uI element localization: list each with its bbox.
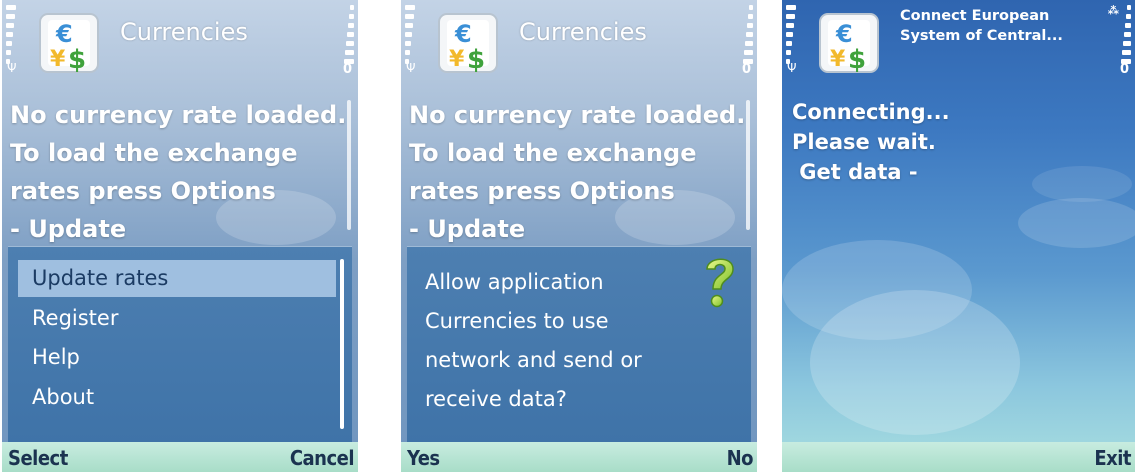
signal-strength-icon — [6, 5, 18, 64]
query-line: receive data? — [425, 387, 567, 411]
menu-item-update-rates[interactable]: Update rates — [18, 260, 336, 297]
svg-text:€: € — [55, 20, 73, 48]
background-bubble — [782, 240, 972, 340]
currency-converter-icon: € ¥ $ — [39, 13, 99, 75]
battery-indicator: 0 — [342, 62, 352, 77]
svg-text:$: $ — [848, 45, 866, 75]
signal-strength-icon — [405, 5, 417, 64]
message-line: No currency rate loaded. — [10, 101, 347, 129]
scrollbar[interactable] — [347, 100, 351, 230]
softkey-bar: Select Cancel — [2, 442, 358, 472]
battery-level-icon — [1119, 5, 1131, 64]
phone-screen-connecting: Ψ 0 ⁂ € ¥ $ Connect European System of C… — [782, 0, 1135, 472]
options-menu-popup: Update rates Register Help About — [8, 246, 352, 442]
battery-level-icon — [342, 5, 354, 64]
question-icon — [706, 258, 734, 308]
query-line: network and send or — [425, 348, 642, 372]
background-bubble — [810, 290, 1020, 435]
softkey-exit[interactable]: Exit — [1094, 446, 1131, 470]
battery-indicator: 0 — [1119, 62, 1129, 77]
softkey-yes[interactable]: Yes — [407, 446, 440, 470]
signal-strength-icon — [786, 5, 798, 64]
svg-text:¥: ¥ — [50, 47, 66, 72]
title-line: System of Central... — [900, 28, 1063, 44]
svg-text:€: € — [835, 20, 853, 48]
softkey-no[interactable]: No — [727, 446, 754, 470]
softkey-cancel[interactable]: Cancel — [290, 446, 355, 470]
message-line: No currency rate loaded. — [409, 101, 746, 129]
svg-text:$: $ — [68, 45, 86, 75]
currency-converter-icon: € ¥ $ — [819, 13, 879, 75]
menu-item-about[interactable]: About — [18, 379, 336, 416]
query-line: Currencies to use — [425, 309, 609, 333]
svg-text:¥: ¥ — [449, 47, 465, 72]
softkey-select[interactable]: Select — [8, 446, 68, 470]
message-line: rates press Options — [10, 177, 276, 205]
message-line: Get data - — [792, 160, 918, 184]
status-message: No currency rate loaded. To load the exc… — [10, 96, 347, 248]
background-bubble — [1018, 198, 1135, 248]
antenna-icon: Ψ — [7, 61, 17, 75]
message-line: To load the exchange — [409, 139, 697, 167]
currency-converter-icon: € ¥ $ — [438, 13, 498, 75]
message-line: Connecting... — [792, 100, 950, 124]
antenna-icon: Ψ — [787, 61, 797, 75]
app-title: Currencies — [519, 18, 647, 46]
connecting-message: Connecting... Please wait. Get data - — [792, 97, 1122, 187]
app-title: Currencies — [120, 18, 248, 46]
softkey-bar: Yes No — [401, 442, 757, 472]
app-title: Connect European System of Central... — [900, 6, 1063, 46]
confirmation-query-popup: Allow application Currencies to use netw… — [407, 246, 751, 442]
message-line: - Update — [10, 215, 127, 243]
menu-item-register[interactable]: Register — [18, 300, 336, 337]
battery-indicator: 0 — [741, 62, 751, 77]
query-text: Allow application Currencies to use netw… — [425, 263, 695, 419]
message-line: Please wait. — [792, 130, 936, 154]
title-line: Connect European — [900, 8, 1050, 24]
phone-screen-network-query: Ψ 0 € ¥ $ Currencies No currency rate lo… — [401, 0, 757, 472]
menu-scrollbar[interactable] — [340, 259, 344, 429]
status-message: No currency rate loaded. To load the exc… — [409, 96, 746, 248]
battery-level-icon — [741, 5, 753, 64]
svg-text:€: € — [454, 20, 472, 48]
connection-indicator-icon: ⁂ — [1107, 4, 1119, 17]
phone-screen-options-menu: Ψ 0 € ¥ $ Currencies No currency rate lo… — [2, 0, 358, 472]
message-line: To load the exchange — [10, 139, 298, 167]
antenna-icon: Ψ — [406, 61, 416, 75]
message-line: rates press Options — [409, 177, 675, 205]
menu-item-help[interactable]: Help — [18, 339, 336, 376]
scrollbar[interactable] — [746, 100, 750, 230]
query-line: Allow application — [425, 270, 604, 294]
softkey-bar: Exit — [782, 442, 1135, 472]
svg-text:¥: ¥ — [830, 47, 846, 72]
svg-text:$: $ — [467, 45, 485, 75]
message-line: - Update — [409, 215, 526, 243]
